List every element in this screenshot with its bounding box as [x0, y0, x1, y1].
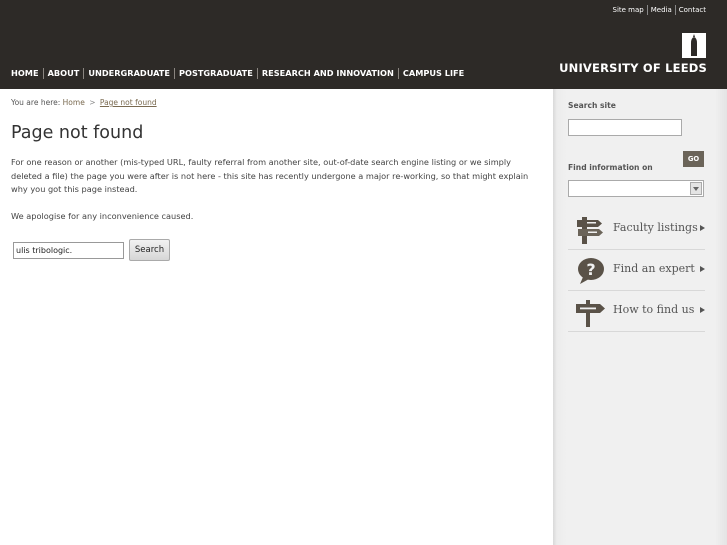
- site-map-link[interactable]: Site map: [610, 5, 647, 15]
- nav-home[interactable]: HOME: [7, 68, 43, 79]
- breadcrumb: You are here: Home > Page not found: [11, 98, 541, 107]
- media-link[interactable]: Media: [646, 5, 675, 15]
- site-search-input[interactable]: [568, 119, 682, 136]
- page-search-form: Search: [13, 239, 170, 261]
- find-an-expert-label: Find an expert: [613, 262, 695, 275]
- nav-about[interactable]: ABOUT: [42, 68, 84, 79]
- dropdown-arrow-icon[interactable]: [690, 182, 702, 195]
- contact-link[interactable]: Contact: [674, 5, 709, 15]
- page-search-input[interactable]: [13, 241, 124, 259]
- arrow-right-icon: [700, 225, 705, 231]
- find-information-label: Find information on: [568, 163, 653, 172]
- page-search-button[interactable]: Search: [129, 239, 170, 261]
- nav-campus-life[interactable]: CAMPUS LIFE: [397, 68, 468, 79]
- faculty-listings-label: Faculty listings: [613, 221, 698, 234]
- breadcrumb-prefix: You are here:: [11, 98, 61, 107]
- nav-undergraduate[interactable]: UNDERGRADUATE: [83, 68, 174, 79]
- nav-research-and-innovation[interactable]: RESEARCH AND INNOVATION: [256, 68, 398, 79]
- direction-sign-icon: [576, 300, 605, 327]
- utility-links: Site map Media Contact: [610, 5, 709, 15]
- signpost-icon: [577, 217, 603, 244]
- breadcrumb-separator: >: [89, 98, 96, 107]
- arrow-right-icon: [700, 307, 705, 313]
- svg-text:?: ?: [586, 260, 595, 279]
- arrow-right-icon: [700, 266, 705, 272]
- university-crest-icon[interactable]: [682, 33, 706, 58]
- site-header: Site map Media Contact UNIVERSITY OF LEE…: [0, 0, 727, 89]
- how-to-find-us-label: How to find us: [613, 303, 695, 316]
- how-to-find-us-link[interactable]: How to find us: [568, 291, 705, 332]
- nav-postgraduate[interactable]: POSTGRADUATE: [173, 68, 257, 79]
- breadcrumb-home-link[interactable]: Home: [63, 98, 85, 107]
- find-an-expert-link[interactable]: ? Find an expert: [568, 250, 705, 291]
- university-name-logo[interactable]: UNIVERSITY OF LEEDS: [559, 61, 707, 75]
- question-icon: ?: [578, 258, 604, 284]
- faculty-listings-link[interactable]: Faculty listings: [568, 209, 705, 250]
- main-nav: HOME ABOUT UNDERGRADUATE POSTGRADUATE RE…: [7, 68, 468, 79]
- apology-text: We apologise for any inconvenience cause…: [11, 210, 194, 221]
- error-explanation: For one reason or another (mis-typed URL…: [11, 157, 529, 195]
- go-button[interactable]: GO: [683, 151, 704, 167]
- page-title: Page not found: [11, 123, 144, 143]
- search-site-label: Search site: [568, 101, 616, 110]
- main-content: You are here: Home > Page not found Page…: [11, 98, 541, 261]
- sidebar: Search site GO Find information on Facul…: [553, 89, 727, 545]
- find-information-select[interactable]: [568, 180, 704, 197]
- breadcrumb-current-link[interactable]: Page not found: [100, 98, 157, 107]
